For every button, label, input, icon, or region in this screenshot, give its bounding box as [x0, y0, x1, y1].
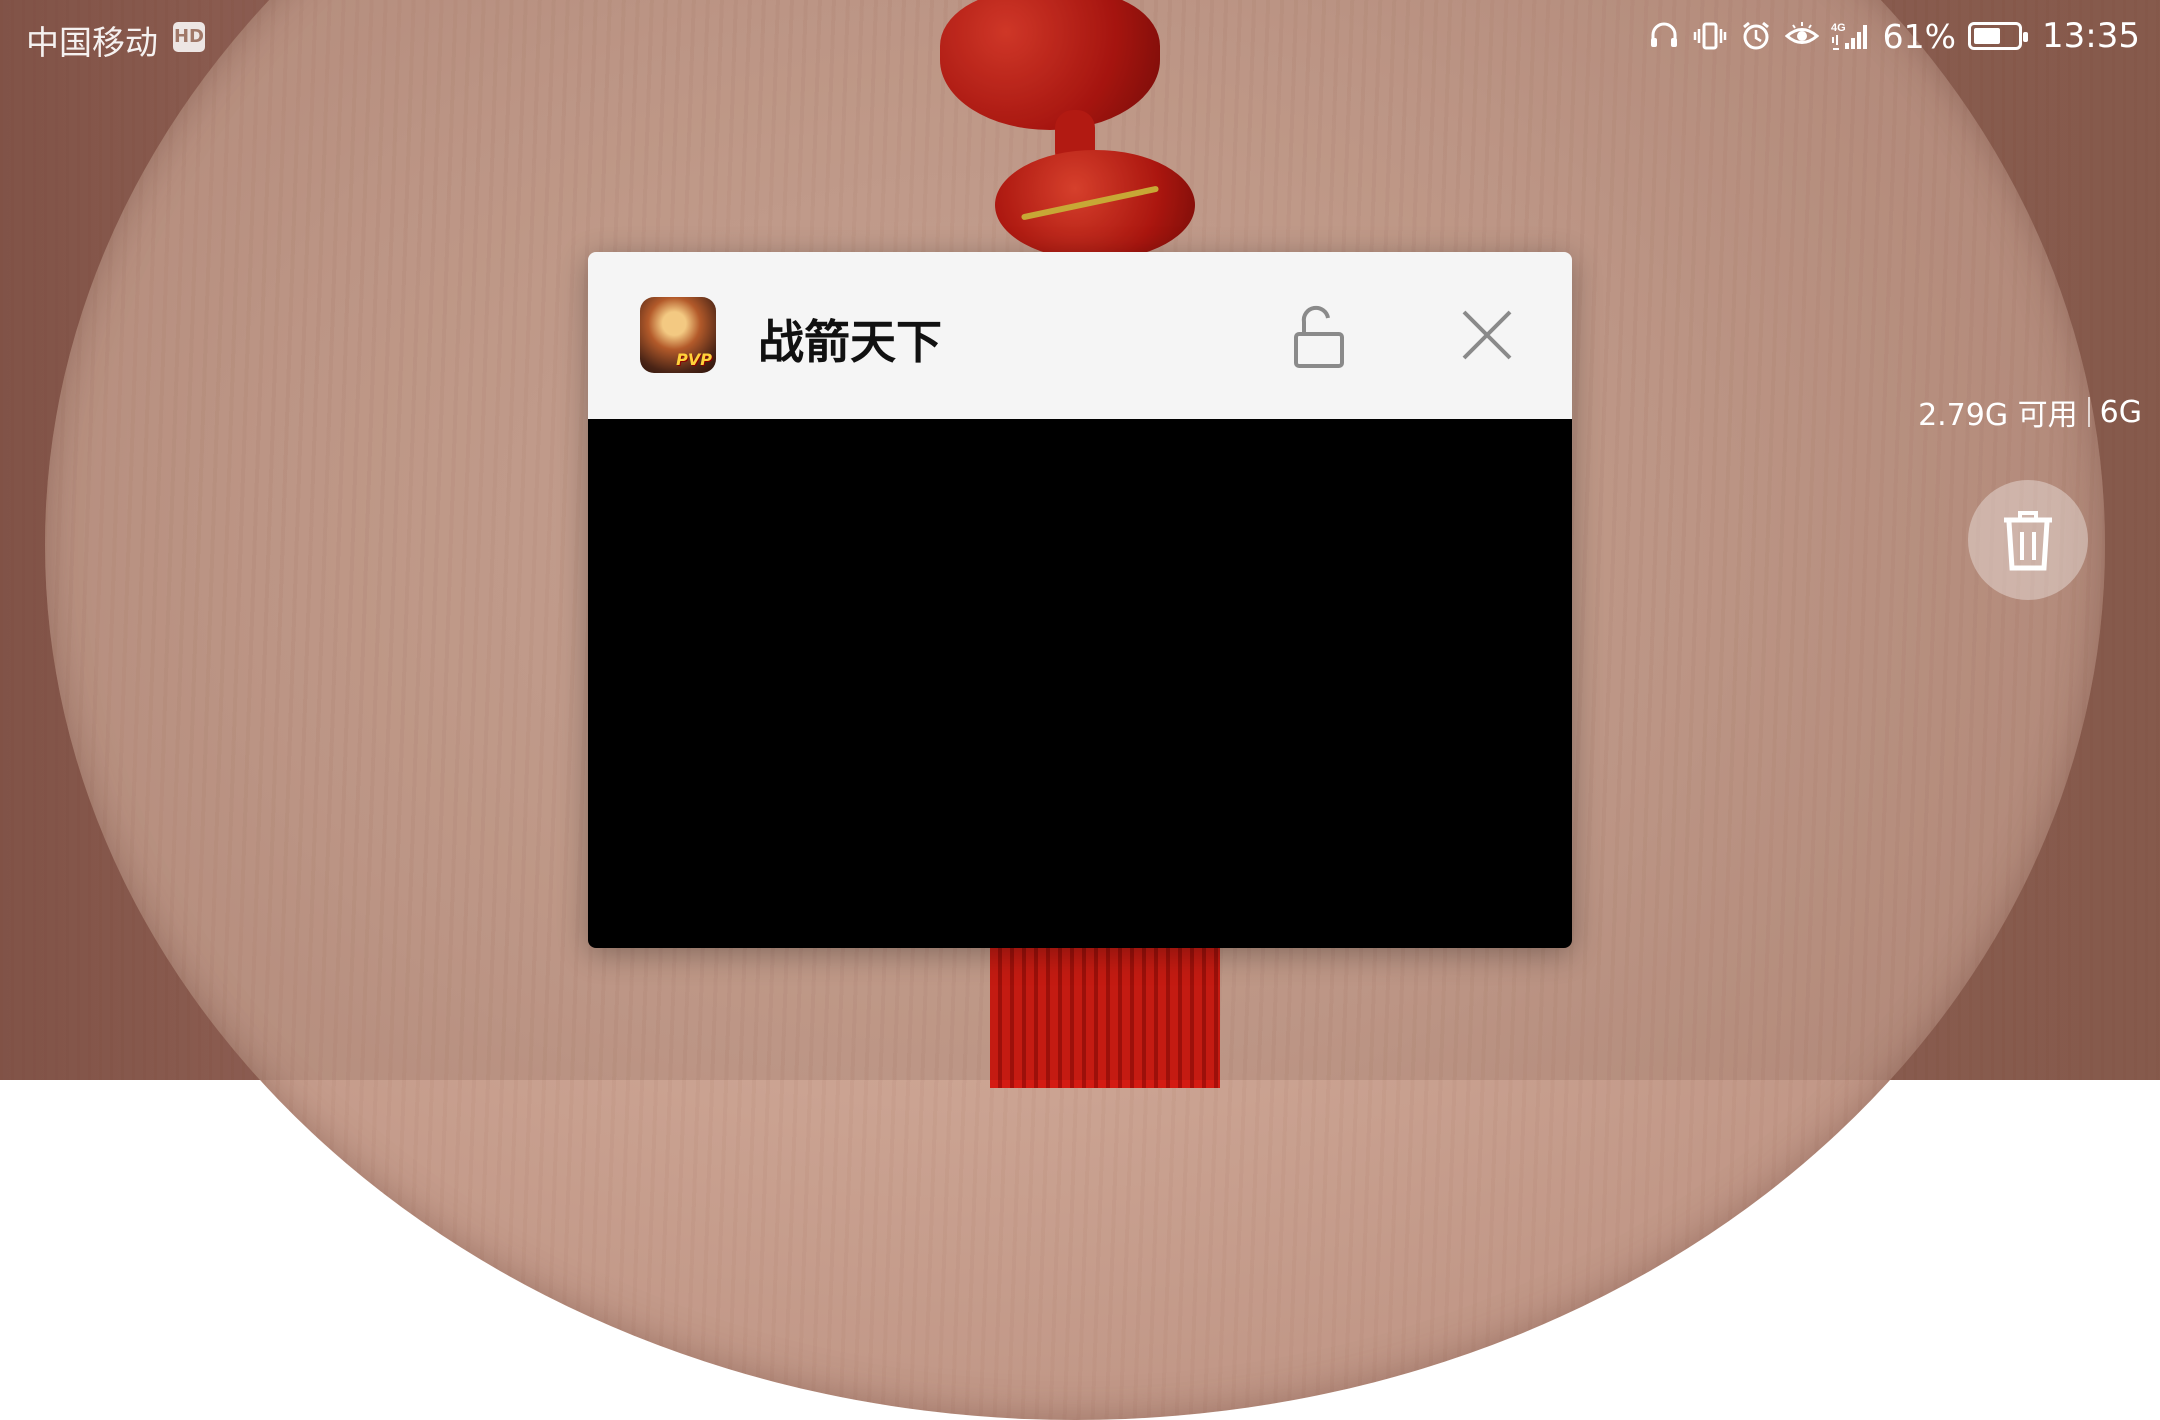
task-card-header: PVP 战箭天下	[588, 252, 1572, 419]
alarm-icon	[1742, 21, 1769, 50]
carrier-name: 中国移动	[26, 23, 158, 62]
battery-percent: 61%	[1882, 16, 1957, 56]
recent-task-card[interactable]: PVP 战箭天下	[588, 252, 1572, 948]
status-bar: 中国移动 HD 4G 61% 13:35	[0, 0, 2160, 74]
task-preview[interactable]	[588, 419, 1572, 948]
clear-all-button[interactable]	[1968, 480, 2088, 600]
memory-divider	[2087, 397, 2090, 427]
battery-icon	[1968, 22, 2029, 50]
app-icon-badge: PVP	[676, 350, 712, 369]
app-icon: PVP	[640, 297, 716, 373]
headset-icon	[1650, 22, 1677, 47]
unlock-icon[interactable]	[1288, 304, 1350, 370]
memory-available: 2.79G 可用	[1918, 398, 2078, 433]
close-icon[interactable]	[1456, 304, 1518, 366]
battery-fill	[1974, 28, 2000, 44]
app-title: 战箭天下	[758, 315, 942, 369]
hd-badge: HD	[173, 22, 205, 52]
memory-total: 6G	[2099, 394, 2142, 430]
eye-comfort-icon	[1784, 22, 1819, 44]
memory-info: 2.79G 可用 6G	[1918, 390, 2142, 434]
signal-4g-icon: 4G	[1831, 22, 1867, 50]
vibrate-icon	[1693, 22, 1726, 50]
svg-text:4G: 4G	[1831, 22, 1846, 34]
clock: 13:35	[2042, 16, 2140, 56]
status-icons: 4G 61% 13:35	[1647, 14, 2140, 58]
trash-icon	[2004, 511, 2052, 571]
